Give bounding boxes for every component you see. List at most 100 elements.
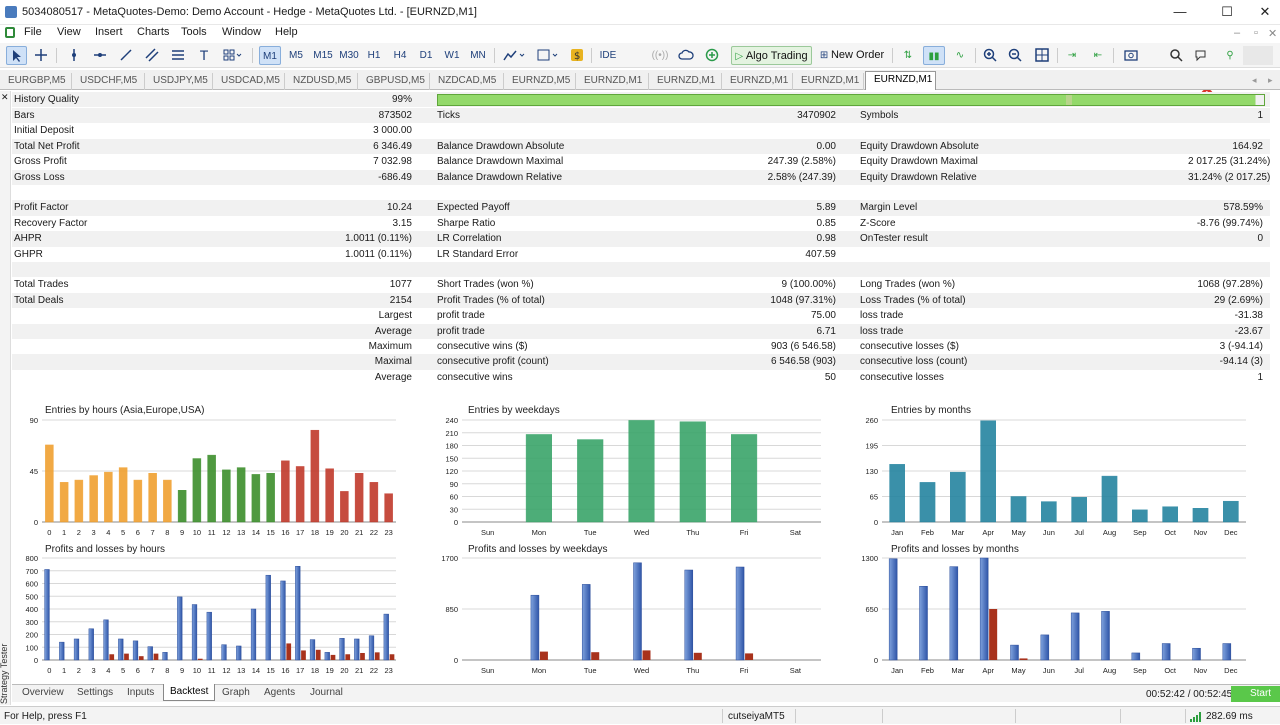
menu-help[interactable]: Help — [275, 26, 298, 38]
chart-tab[interactable]: NZDUSD,M5 — [285, 73, 358, 90]
toolbar-overflow-button[interactable] — [1243, 46, 1273, 65]
chart-tab-active[interactable]: EURNZD,M1 — [865, 71, 936, 90]
zoom-in-icon[interactable] — [980, 46, 1000, 65]
menu-insert[interactable]: Insert — [95, 26, 123, 38]
tf-w1-button[interactable]: W1 — [441, 46, 463, 65]
chart-tab[interactable]: USDJPY,M5 — [145, 73, 213, 90]
depth-of-market-icon[interactable]: ⇅ — [897, 46, 919, 65]
stat-label: Balance Drawdown Relative — [437, 171, 563, 183]
templates-icon[interactable] — [533, 46, 563, 65]
menu-charts[interactable]: Charts — [137, 26, 169, 38]
stat-label: Balance Drawdown Absolute — [437, 140, 565, 152]
tab-backtest[interactable]: Backtest — [163, 684, 216, 701]
mdi-close-button[interactable]: ✕ — [1268, 27, 1277, 40]
zoom-out-icon[interactable] — [1005, 46, 1025, 65]
autoscroll-icon[interactable]: ⇤ — [1087, 46, 1109, 65]
chart-tab[interactable]: EURNZD,M1 — [793, 73, 864, 90]
fibonacci-icon[interactable] — [167, 46, 189, 65]
tab-settings[interactable]: Settings — [77, 687, 113, 698]
algo-trading-button[interactable]: ▷ Algo Trading — [731, 46, 812, 65]
stat-value: 2 017.25 (31.24%) — [1188, 156, 1271, 168]
stat-value: 1.0011 (0.11%) — [345, 248, 412, 260]
start-button[interactable]: Start — [1231, 686, 1280, 702]
shapes-icon[interactable] — [219, 46, 247, 65]
chart-tab[interactable]: NZDCAD,M5 — [430, 73, 504, 90]
chart-tab[interactable]: EURGBP,M5 — [0, 73, 72, 90]
tf-d1-button[interactable]: D1 — [415, 46, 437, 65]
bar-chart-icon[interactable]: ▮▮ — [923, 46, 945, 65]
tab-scroll-left-icon[interactable]: ◂ — [1252, 75, 1257, 86]
search-icon[interactable] — [1166, 46, 1186, 65]
chart-tab[interactable]: GBPUSD,M5 — [358, 73, 430, 90]
chart-tab[interactable]: USDCHF,M5 — [72, 73, 145, 90]
horizontal-line-icon[interactable] — [89, 46, 111, 65]
tf-m5-button[interactable]: M5 — [285, 46, 307, 65]
channel-icon[interactable] — [141, 46, 163, 65]
line-chart-icon[interactable]: ∿ — [949, 46, 971, 65]
bar — [369, 482, 379, 523]
vertical-line-icon[interactable] — [63, 46, 85, 65]
status-bar: For Help, press F1 cutseiyaMT5 282.69 ms — [0, 706, 1280, 724]
tf-h1-button[interactable]: H1 — [363, 46, 385, 65]
chart-tab[interactable]: EURNZD,M1 — [576, 73, 649, 90]
chart-tab[interactable]: EURNZD,M5 — [504, 73, 576, 90]
chart-type-icon[interactable] — [500, 46, 530, 65]
stat-value: -94.14 (3) — [1219, 356, 1263, 368]
stat-label: Equity Drawdown Relative — [860, 171, 977, 183]
tf-m30-button[interactable]: M30 — [337, 46, 361, 65]
stat-label: Gross Profit — [14, 156, 67, 168]
close-button[interactable]: ✕ — [1250, 2, 1280, 22]
cursor-icon[interactable] — [6, 46, 27, 65]
tab-graph[interactable]: Graph — [222, 687, 250, 698]
market-icon[interactable]: $ — [569, 46, 585, 65]
loss-bar — [109, 654, 115, 660]
tab-agents[interactable]: Agents — [264, 687, 295, 698]
cloud-icon[interactable] — [676, 46, 696, 65]
tile-windows-icon[interactable] — [1031, 46, 1053, 65]
signal-icon[interactable]: ((•)) — [650, 46, 670, 65]
tab-scroll-right-icon[interactable]: ▸ — [1268, 75, 1273, 86]
x-tick-label: 14 — [252, 528, 260, 537]
profile-name: cutseiyaMT5 — [728, 711, 785, 722]
y-tick-label: 60 — [450, 493, 458, 502]
crosshair-icon[interactable] — [30, 46, 52, 65]
menu-file[interactable]: File — [24, 26, 42, 38]
stat-label: profit trade — [437, 325, 485, 337]
x-tick-label: Sat — [790, 528, 802, 537]
tf-h4-button[interactable]: H4 — [389, 46, 411, 65]
menu-tools[interactable]: Tools — [181, 26, 207, 38]
maximize-button[interactable]: ☐ — [1212, 2, 1242, 22]
chart-tab[interactable]: EURNZD,M1 — [649, 73, 722, 90]
new-order-button[interactable]: ⊞ New Order — [817, 46, 887, 65]
x-tick-label: 22 — [370, 666, 378, 675]
tab-overview[interactable]: Overview — [22, 687, 64, 698]
x-tick-label: Feb — [921, 528, 934, 537]
bar — [310, 429, 320, 523]
tf-mn-button[interactable]: MN — [467, 46, 489, 65]
screenshot-icon[interactable] — [1120, 46, 1142, 65]
elapsed-timer: 00:52:42 / 00:52:45 — [1146, 689, 1233, 700]
tab-inputs[interactable]: Inputs — [127, 687, 154, 698]
chat-icon[interactable] — [1192, 46, 1212, 65]
stat-value: 9 (100.00%) — [781, 279, 836, 291]
text-tool-icon[interactable]: T — [193, 46, 215, 65]
minimize-button[interactable]: — — [1165, 2, 1195, 22]
stat-label: Sharpe Ratio — [437, 217, 496, 229]
menu-window[interactable]: Window — [222, 26, 261, 38]
chart-shift-icon[interactable]: ⇥ — [1061, 46, 1083, 65]
trendline-icon[interactable] — [115, 46, 137, 65]
bar — [679, 421, 706, 523]
chart-tab[interactable]: EURNZD,M1 — [722, 73, 793, 90]
y-tick-label: 45 — [30, 467, 38, 476]
account-icon[interactable]: ⚲ — [1220, 46, 1240, 65]
menu-view[interactable]: View — [57, 26, 81, 38]
vps-icon[interactable] — [702, 46, 722, 65]
tf-m15-button[interactable]: M15 — [310, 46, 336, 65]
close-tester-icon[interactable]: ✕ — [1, 92, 9, 103]
chart-tab[interactable]: USDCAD,M5 — [213, 73, 285, 90]
mdi-minimize-button[interactable]: – — [1234, 27, 1240, 39]
mdi-restore-button[interactable]: ▫ — [1254, 27, 1258, 39]
tf-m1-button[interactable]: M1 — [259, 46, 281, 65]
ide-button[interactable]: IDE — [597, 46, 619, 65]
tab-journal[interactable]: Journal — [310, 687, 343, 698]
